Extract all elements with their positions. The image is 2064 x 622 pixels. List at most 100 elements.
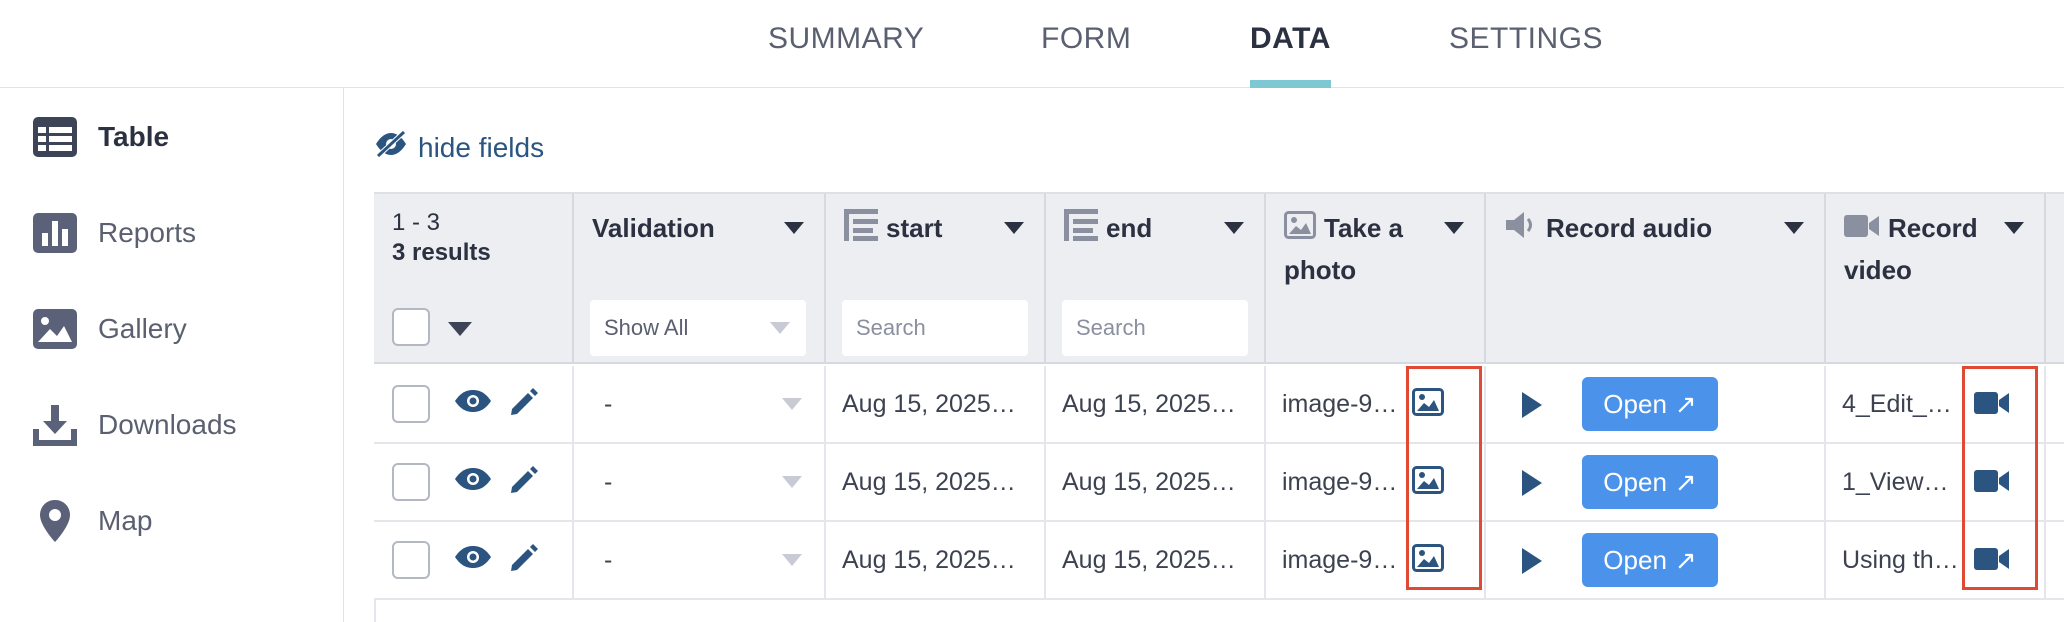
validation-value: -: [604, 545, 613, 574]
chevron-down-icon: [782, 554, 802, 566]
column-label-text: start: [886, 213, 943, 243]
sidebar-item-table[interactable]: Table: [32, 109, 169, 165]
image-icon[interactable]: [1412, 466, 1444, 501]
column-menu-caret[interactable]: [2004, 222, 2024, 234]
pencil-icon[interactable]: [508, 385, 540, 424]
validation-value: -: [604, 389, 613, 418]
play-icon[interactable]: [1520, 390, 1544, 427]
end-value: Aug 15, 2025…: [1062, 545, 1236, 574]
row-actions-cell: [374, 522, 574, 598]
next-column-cell: [2046, 522, 2064, 598]
end-search-input[interactable]: Search: [1062, 300, 1248, 356]
column-menu-caret[interactable]: [1004, 222, 1024, 234]
open-button-label: Open: [1603, 466, 1667, 497]
external-link-icon: ↗: [1674, 466, 1697, 497]
video-camera-icon[interactable]: [1974, 546, 2010, 579]
column-label: end: [1064, 208, 1152, 252]
sidebar-item-downloads[interactable]: Downloads: [32, 397, 237, 453]
table-left-border: [374, 598, 376, 622]
tab-data[interactable]: DATA: [1250, 22, 1331, 88]
play-icon[interactable]: [1520, 546, 1544, 583]
header-end: end Search: [1046, 194, 1266, 364]
row-checkbox[interactable]: [392, 541, 430, 579]
end-cell: Aug 15, 2025…: [1046, 444, 1266, 520]
sidebar-item-gallery[interactable]: Gallery: [32, 301, 187, 357]
validation-cell[interactable]: -: [574, 366, 826, 442]
datetime-icon: [844, 208, 878, 252]
eye-icon[interactable]: [454, 545, 492, 576]
bulk-actions-dropdown[interactable]: [448, 322, 472, 336]
image-icon[interactable]: [1412, 544, 1444, 579]
validation-value: -: [604, 467, 613, 496]
chevron-down-icon: [770, 322, 790, 334]
row-checkbox[interactable]: [392, 463, 430, 501]
header-start: start Search: [826, 194, 1046, 364]
external-link-icon: ↗: [1674, 388, 1697, 419]
video-cell: 4_Edit_…: [1826, 366, 2046, 442]
photo-filename: image-9…: [1282, 467, 1398, 496]
row-checkbox[interactable]: [392, 385, 430, 423]
column-menu-caret[interactable]: [1444, 222, 1464, 234]
header-validation: Validation Show All: [574, 194, 826, 364]
download-icon: [32, 402, 78, 448]
tab-form[interactable]: FORM: [1041, 22, 1131, 88]
column-label: start: [844, 208, 942, 252]
photo-cell: image-9…: [1266, 522, 1486, 598]
column-menu-caret[interactable]: [1784, 222, 1804, 234]
sidebar-item-map[interactable]: Map: [32, 493, 152, 549]
data-table: 1 - 3 3 results Validation Show All star…: [374, 192, 2064, 622]
open-audio-button[interactable]: Open ↗: [1582, 455, 1718, 509]
open-button-label: Open: [1603, 544, 1667, 575]
chevron-down-icon: [782, 476, 802, 488]
eye-slash-icon: [374, 130, 418, 165]
eye-icon[interactable]: [454, 389, 492, 420]
column-label: Record audio: [1504, 208, 1712, 251]
image-icon[interactable]: [1412, 388, 1444, 423]
video-filename: Using th…: [1842, 545, 1959, 574]
tab-settings[interactable]: SETTINGS: [1449, 22, 1603, 88]
validation-cell[interactable]: -: [574, 444, 826, 520]
pencil-icon[interactable]: [508, 463, 540, 502]
sidebar-item-label: Map: [98, 505, 153, 536]
select-all-checkbox[interactable]: [392, 308, 430, 346]
next-column-cell: [2046, 444, 2064, 520]
photo-cell: image-9…: [1266, 444, 1486, 520]
open-audio-button[interactable]: Open ↗: [1582, 533, 1718, 587]
hide-fields-button[interactable]: hide fields: [374, 130, 544, 165]
start-search-input[interactable]: Search: [842, 300, 1028, 356]
sidebar-item-label: Reports: [98, 217, 197, 248]
validation-filter-select[interactable]: Show All: [590, 300, 806, 356]
eye-icon[interactable]: [454, 467, 492, 498]
end-cell: Aug 15, 2025…: [1046, 366, 1266, 442]
hide-fields-label: hide fields: [418, 131, 545, 163]
open-audio-button[interactable]: Open ↗: [1582, 377, 1718, 431]
start-value: Aug 15, 2025…: [842, 389, 1016, 418]
sidebar-item-reports[interactable]: Reports: [32, 205, 196, 261]
start-value: Aug 15, 2025…: [842, 467, 1016, 496]
pencil-icon[interactable]: [508, 541, 540, 580]
header-take-a-photo: Take a photo: [1266, 194, 1486, 364]
audio-cell: Open ↗: [1486, 366, 1826, 442]
header-select-cell: 1 - 3 3 results: [374, 194, 574, 364]
validation-cell[interactable]: -: [574, 522, 826, 598]
video-cell: Using th…: [1826, 522, 2046, 598]
column-label: Record video: [1844, 208, 1994, 290]
external-link-icon: ↗: [1674, 544, 1697, 575]
start-value: Aug 15, 2025…: [842, 545, 1016, 574]
video-filename: 4_Edit_…: [1842, 389, 1952, 418]
table-row: - Aug 15, 2025… Aug 15, 2025… image-9… O…: [374, 522, 2064, 600]
play-icon[interactable]: [1520, 468, 1544, 505]
tab-summary[interactable]: SUMMARY: [768, 22, 924, 88]
column-menu-caret[interactable]: [784, 222, 804, 234]
header-record-video: Record video: [1826, 194, 2046, 364]
table-header: 1 - 3 3 results Validation Show All star…: [374, 192, 2064, 364]
start-cell: Aug 15, 2025…: [826, 366, 1046, 442]
row-actions-cell: [374, 444, 574, 520]
video-camera-icon[interactable]: [1974, 468, 2010, 501]
column-label: Take a photo: [1284, 208, 1434, 290]
video-camera-icon[interactable]: [1974, 390, 2010, 423]
sidebar-item-label: Gallery: [98, 313, 187, 344]
column-menu-caret[interactable]: [1224, 222, 1244, 234]
sidebar: Table Reports Gallery Downloads Map: [0, 88, 344, 622]
start-cell: Aug 15, 2025…: [826, 522, 1046, 598]
